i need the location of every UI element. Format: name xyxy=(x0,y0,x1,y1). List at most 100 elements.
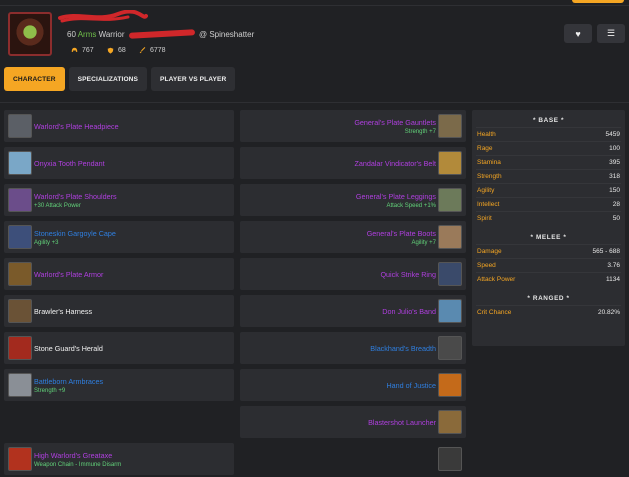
item-name[interactable]: Don Julio's Band xyxy=(382,307,436,316)
item-icon[interactable] xyxy=(438,299,462,323)
gear-slot-zandalar-vindicator-s-belt[interactable]: Zandalar Vindicator's Belt xyxy=(240,147,466,179)
item-icon[interactable] xyxy=(8,262,32,286)
item-icon[interactable] xyxy=(438,225,462,249)
gear-slot-warlord-s-plate-headpiece[interactable]: Warlord's Plate Headpiece xyxy=(4,110,234,142)
gear-slot-high-warlord-s-greataxe[interactable]: High Warlord's Greataxe Weapon Chain - Im… xyxy=(4,443,234,475)
item-enchant: Weapon Chain - Immune Disarm xyxy=(34,461,122,468)
gear-slot-general-s-plate-gauntlets[interactable]: General's Plate Gauntlets Strength +7 xyxy=(240,110,466,142)
item-name[interactable]: Brawler's Harness xyxy=(34,307,92,316)
stat-value: 28 xyxy=(612,201,620,208)
item-level-value: 767 xyxy=(82,46,94,54)
item-enchant: Attack Speed +1% xyxy=(386,202,436,209)
menu-icon: ☰ xyxy=(606,28,616,38)
menu-button[interactable]: ☰ xyxy=(597,24,625,43)
item-name[interactable]: Stoneskin Gargoyle Cape xyxy=(34,229,116,238)
item-name[interactable]: Blackhand's Breadth xyxy=(370,344,436,353)
item-name[interactable]: Warlord's Plate Shoulders xyxy=(34,192,117,201)
character-spec: Arms xyxy=(77,30,97,39)
item-icon[interactable] xyxy=(8,188,32,212)
item-name[interactable]: Onyxia Tooth Pendant xyxy=(34,159,105,168)
item-icon[interactable] xyxy=(8,447,32,471)
stat-row-agility: Agility 150 xyxy=(476,183,621,197)
item-name[interactable]: Battleborn Armbraces xyxy=(34,377,103,386)
sword-icon xyxy=(139,46,146,53)
item-icon[interactable] xyxy=(438,447,462,471)
gear-slot-stoneskin-gargoyle-cape[interactable]: Stoneskin Gargoyle Cape Agility +3 xyxy=(4,221,234,253)
stat-value: 318 xyxy=(609,173,620,180)
heart-icon: ♥ xyxy=(575,28,581,39)
stats-section-title: * RANGED * xyxy=(527,295,570,302)
stat-value: 50 xyxy=(612,215,620,222)
gear-slot-general-s-plate-boots[interactable]: General's Plate Boots Agility +7 xyxy=(240,221,466,253)
item-name[interactable]: Warlord's Plate Armor xyxy=(34,270,103,279)
gear-slot-onyxia-tooth-pendant[interactable]: Onyxia Tooth Pendant xyxy=(4,147,234,179)
stat-row-damage: Damage 565 - 688 xyxy=(476,244,621,258)
defense-chip: 68 xyxy=(107,43,126,57)
item-icon[interactable] xyxy=(8,373,32,397)
gear-slot-blastershot-launcher[interactable]: Blastershot Launcher xyxy=(240,406,466,438)
tab-specializations[interactable]: SPECIALIZATIONS xyxy=(68,67,148,91)
item-icon[interactable] xyxy=(8,299,32,323)
item-icon[interactable] xyxy=(438,373,462,397)
item-enchant: Strength +7 xyxy=(404,128,436,135)
stat-row-rage: Rage 100 xyxy=(476,141,621,155)
stat-label: Spirit xyxy=(477,215,492,222)
stat-value: 5459 xyxy=(605,131,620,138)
item-name[interactable]: High Warlord's Greataxe xyxy=(34,451,121,460)
character-summary: 60 Arms Warrior @ Spineshatter xyxy=(67,29,254,39)
stat-value: 20.82% xyxy=(597,309,620,316)
item-name[interactable]: General's Plate Leggings xyxy=(356,192,436,201)
item-icon[interactable] xyxy=(8,114,32,138)
gear-slot-right-9[interactable] xyxy=(240,443,466,475)
item-name[interactable]: Warlord's Plate Headpiece xyxy=(34,122,119,131)
item-name[interactable]: Stone Guard's Herald xyxy=(34,344,103,353)
gear-slot-hand-of-justice[interactable]: Hand of Justice xyxy=(240,369,466,401)
item-name[interactable]: Quick Strike Ring xyxy=(380,270,436,279)
stat-label: Agility xyxy=(477,187,495,194)
item-icon[interactable] xyxy=(438,114,462,138)
item-icon[interactable] xyxy=(8,336,32,360)
gear-slot-don-julio-s-band[interactable]: Don Julio's Band xyxy=(240,295,466,327)
item-icon[interactable] xyxy=(438,336,462,360)
profile-tabs: CHARACTER SPECIALIZATIONS PLAYER VS PLAY… xyxy=(4,67,236,91)
redacted-name xyxy=(128,29,195,39)
gear-slot-battleborn-armbraces[interactable]: Battleborn Armbraces Strength +9 xyxy=(4,369,234,401)
item-icon[interactable] xyxy=(438,188,462,212)
gear-slot-brawler-s-harness[interactable]: Brawler's Harness xyxy=(4,295,234,327)
gear-slot-warlord-s-plate-armor[interactable]: Warlord's Plate Armor xyxy=(4,258,234,290)
gear-slot-general-s-plate-leggings[interactable]: General's Plate Leggings Attack Speed +1% xyxy=(240,184,466,216)
stat-row-spirit: Spirit 50 xyxy=(476,211,621,225)
item-name[interactable]: Zandalar Vindicator's Belt xyxy=(354,159,436,168)
gear-slot-quick-strike-ring[interactable]: Quick Strike Ring xyxy=(240,258,466,290)
redaction-scribble xyxy=(58,10,148,23)
stat-label: Rage xyxy=(477,145,493,152)
item-name[interactable]: Blastershot Launcher xyxy=(368,418,436,427)
stat-row-attack-power: Attack Power 1134 xyxy=(476,272,621,286)
stat-row-speed: Speed 3.76 xyxy=(476,258,621,272)
stat-value: 1134 xyxy=(606,276,620,283)
stat-label: Crit Chance xyxy=(477,309,512,316)
stat-label: Intellect xyxy=(477,201,500,208)
stat-row-stamina: Stamina 395 xyxy=(476,155,621,169)
stat-label: Health xyxy=(477,131,496,138)
item-icon[interactable] xyxy=(8,225,32,249)
item-name[interactable]: Hand of Justice xyxy=(386,381,436,390)
item-icon[interactable] xyxy=(8,151,32,175)
gear-slot-stone-guard-s-herald[interactable]: Stone Guard's Herald xyxy=(4,332,234,364)
tab-character[interactable]: CHARACTER xyxy=(4,67,65,91)
tab-player-vs-player[interactable]: PLAYER VS PLAYER xyxy=(151,67,236,91)
item-icon[interactable] xyxy=(438,410,462,434)
avatar[interactable] xyxy=(8,12,52,56)
stat-value: 150 xyxy=(609,187,620,194)
item-name[interactable]: General's Plate Boots xyxy=(367,229,436,238)
gear-slot-empty xyxy=(4,406,234,438)
stat-row-crit-chance: Crit Chance 20.82% xyxy=(476,305,621,319)
gear-slot-warlord-s-plate-shoulders[interactable]: Warlord's Plate Shoulders +30 Attack Powe… xyxy=(4,184,234,216)
stat-row-health: Health 5459 xyxy=(476,127,621,141)
item-icon[interactable] xyxy=(438,262,462,286)
shield-icon xyxy=(107,47,114,54)
item-icon[interactable] xyxy=(438,151,462,175)
favorite-button[interactable]: ♥ xyxy=(564,24,592,43)
item-name[interactable]: General's Plate Gauntlets xyxy=(354,118,436,127)
gear-slot-blackhand-s-breadth[interactable]: Blackhand's Breadth xyxy=(240,332,466,364)
